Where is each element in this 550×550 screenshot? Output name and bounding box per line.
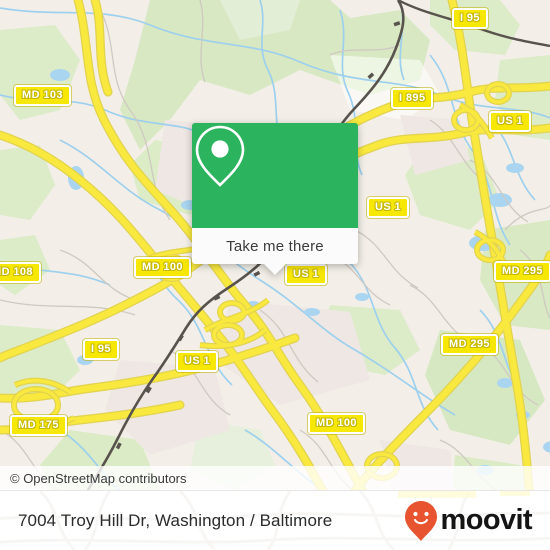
road-shield-i-895[interactable]: I 895 bbox=[391, 88, 434, 109]
popup-pointer-tail bbox=[264, 264, 286, 275]
moovit-pin-smiley-icon bbox=[404, 500, 437, 541]
map-canvas[interactable]: MD 103 I 95 I 895 US 1 MD 108 MD 100 US … bbox=[0, 0, 550, 550]
popup-header bbox=[192, 123, 358, 228]
road-shield-md-295-south[interactable]: MD 295 bbox=[441, 334, 498, 355]
take-me-there-button[interactable]: Take me there bbox=[192, 228, 358, 264]
road-shield-md-100-south[interactable]: MD 100 bbox=[308, 413, 365, 434]
road-shield-us-1-southwest[interactable]: US 1 bbox=[176, 351, 219, 372]
road-shield-i-95-north[interactable]: I 95 bbox=[452, 8, 488, 29]
take-me-there-label: Take me there bbox=[226, 237, 324, 255]
road-shield-md-175[interactable]: MD 175 bbox=[10, 415, 67, 436]
road-shield-md-295-east[interactable]: MD 295 bbox=[494, 261, 550, 282]
moovit-map-screen: MD 103 I 95 I 895 US 1 MD 108 MD 100 US … bbox=[0, 0, 550, 550]
bottom-info-bar: 7004 Troy Hill Dr, Washington / Baltimor… bbox=[0, 490, 550, 550]
map-attribution: © OpenStreetMap contributors bbox=[0, 466, 550, 490]
attribution-text: © OpenStreetMap contributors bbox=[10, 470, 187, 486]
road-shield-md-100-west[interactable]: MD 100 bbox=[134, 257, 191, 278]
moovit-brand-logo[interactable]: moovit bbox=[404, 500, 533, 542]
map-pin-icon bbox=[195, 125, 245, 187]
road-shield-us-1-popup[interactable]: US 1 bbox=[367, 197, 410, 218]
road-shield-us-1-northeast[interactable]: US 1 bbox=[489, 111, 532, 132]
road-shield-i-95-south[interactable]: I 95 bbox=[83, 339, 119, 360]
road-shield-us-1-center[interactable]: US 1 bbox=[285, 264, 328, 285]
place-name-label: 7004 Troy Hill Dr, Washington / Baltimor… bbox=[18, 510, 333, 530]
location-popup-card[interactable]: Take me there bbox=[192, 123, 358, 275]
road-shield-md-103[interactable]: MD 103 bbox=[14, 85, 71, 106]
road-shield-md-108[interactable]: MD 108 bbox=[0, 262, 41, 283]
moovit-wordmark: moovit bbox=[440, 504, 533, 536]
